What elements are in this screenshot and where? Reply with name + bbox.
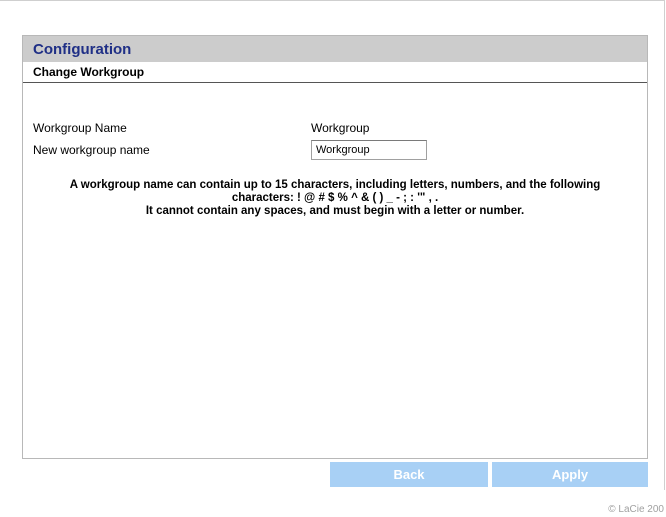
new-workgroup-row: New workgroup name [33, 140, 637, 160]
help-line-3: It cannot contain any spaces, and must b… [145, 205, 525, 217]
new-workgroup-input[interactable] [311, 140, 427, 160]
help-text: A workgroup name can contain up to 15 ch… [33, 179, 637, 218]
workgroup-name-value: Workgroup [311, 121, 370, 135]
button-bar: Back Apply [330, 462, 648, 487]
help-line-2: characters: ! @ # $ % ^ & ( ) _ - ; : '"… [231, 192, 439, 204]
section-title: Change Workgroup [23, 62, 647, 83]
workgroup-name-label: Workgroup Name [33, 121, 127, 135]
back-button[interactable]: Back [330, 462, 488, 487]
help-line-1: A workgroup name can contain up to 15 ch… [69, 179, 601, 191]
apply-button[interactable]: Apply [492, 462, 648, 487]
copyright-text: © LaCie 200 [608, 504, 664, 515]
page-title: Configuration [23, 36, 647, 62]
configuration-panel: Configuration Change Workgroup Workgroup… [22, 35, 648, 459]
current-workgroup-row: Workgroup Name Workgroup [33, 119, 637, 137]
new-workgroup-label: New workgroup name [33, 143, 150, 157]
